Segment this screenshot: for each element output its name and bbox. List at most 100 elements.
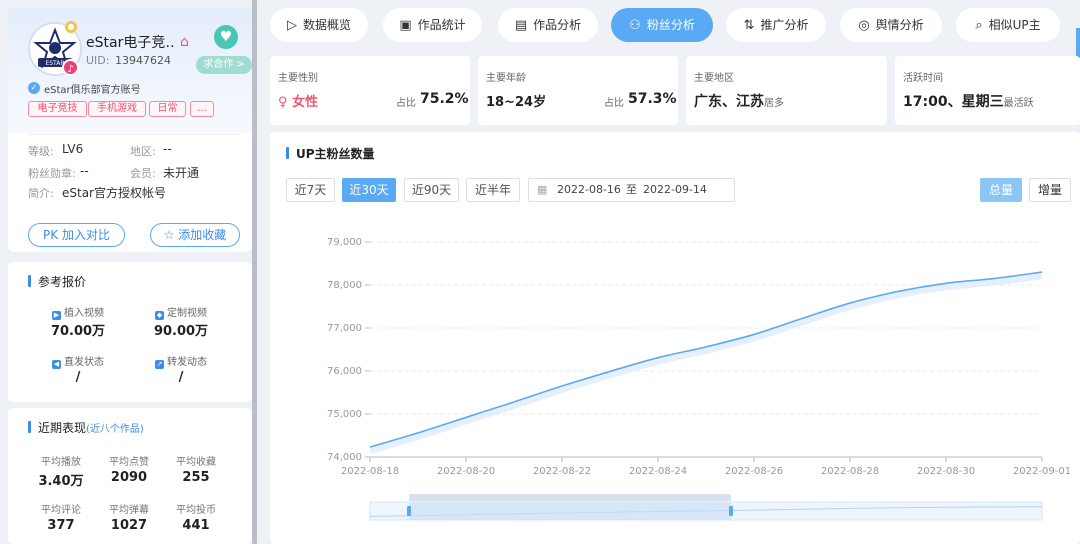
scrollbar-thumb[interactable] [252, 0, 257, 544]
medal-label: 粉丝勋章: [28, 167, 76, 180]
uid-label: UID: [86, 54, 110, 67]
zoom-selection[interactable] [409, 502, 731, 520]
tag-more[interactable]: … [190, 101, 214, 117]
tab-works-analysis[interactable]: ▤ 作品分析 [498, 8, 598, 42]
tag-daily[interactable]: 日常 [149, 101, 186, 117]
heart-icon[interactable]: ♥ [214, 25, 238, 49]
repost-icon: ↗ [155, 360, 164, 369]
pricing-card: 参考报价 ▶ 植入视频 70.00万 ◆ 定制视频 90.00万 ◀ 直发状态 / ↗… [8, 262, 252, 402]
zoom-handle-right[interactable] [729, 506, 733, 516]
stat-label-avg-danmaku: 平均弹幕 [109, 505, 149, 516]
verify-text: eStar俱乐部官方账号 [44, 85, 141, 96]
video-icon: ▣ [399, 18, 412, 33]
metric-age: 主要年龄 18~24岁 占比 57.3% [478, 56, 678, 125]
fans-chart-card: UP主粉丝数量 近7天 近30天 近90天 近半年 ▦ 2022-08-16 至… [270, 132, 1080, 544]
profile-card: ESTAR ● ♪ eStar电子竞… ⌂ ♥ UID: 13947624 求合… [8, 8, 252, 252]
member-label: 会员: [130, 167, 156, 180]
tab-sentiment-analysis[interactable]: ◎ 舆情分析 [840, 8, 942, 42]
tag-esports[interactable]: 电子竞技 [28, 101, 87, 117]
region-metric-label: 主要地区 [694, 73, 734, 84]
promote-icon: ⇅ [743, 18, 755, 33]
gender-value: ♀ 女性 [278, 95, 319, 110]
gender-label: 主要性别 [278, 73, 318, 84]
series-line-shadow [369, 273, 1043, 454]
tab-similar-up[interactable]: ⌕ 相似UP主 [956, 8, 1060, 42]
price-label-direct-post: ◀ 直发状态 [52, 357, 104, 369]
active-time-label: 活跃时间 [903, 73, 943, 84]
x-tick-label: 2022-08-22 [533, 466, 591, 477]
user-icon: ⚇ [629, 18, 641, 33]
x-tick-label: 2022-08-26 [725, 466, 783, 477]
zoom-handle-left[interactable] [407, 506, 411, 516]
price-value-custom: 90.00万 [153, 324, 209, 339]
stat-value-avg-comment: 377 [47, 518, 75, 533]
left-scrollbar[interactable] [252, 0, 257, 544]
x-tick-label: 2022-08-24 [629, 466, 687, 477]
gender-ratio: 75.2% [420, 91, 469, 107]
y-tick-label: 78,000 [327, 280, 362, 291]
region-value: -- [163, 142, 172, 156]
add-favorite-button[interactable]: ☆ 添加收藏 [150, 223, 240, 247]
zoom-selection-bar[interactable] [409, 494, 731, 501]
y-tick-label: 79,000 [327, 237, 362, 248]
member-value: 未开通 [163, 166, 200, 180]
user-name: eStar电子竞… [86, 35, 176, 51]
gender-ratio-label: 占比 [396, 98, 416, 109]
x-tick-label: 2022-08-20 [437, 466, 495, 477]
region-label: 地区: [130, 145, 156, 158]
recent-subtitle: (近八个作品) [86, 424, 144, 435]
price-value-embedded: 70.00万 [50, 324, 106, 339]
edge-indicator [1076, 28, 1080, 58]
level-dot-icon: ● [65, 21, 77, 33]
add-favorite-label: 添加收藏 [178, 228, 227, 242]
globe-icon: ◎ [858, 18, 870, 33]
tab-data-overview[interactable]: ▷ 数据概览 [270, 8, 368, 42]
home-icon[interactable]: ⌂ [180, 35, 196, 49]
fans-line-chart[interactable]: 74,000 75,000 76,000 77,000 78,000 79,000 2022… [270, 132, 1080, 544]
price-value-direct-post: / [75, 370, 81, 385]
age-value: 18~24岁 [486, 95, 547, 110]
stat-value-avg-coin: 441 [182, 518, 210, 533]
metric-region: 主要地区 广东、江苏居多 [686, 56, 887, 125]
recent-title: 近期表现(近八个作品) [28, 419, 144, 436]
cooperation-button[interactable]: 求合作 > [196, 56, 252, 74]
verified-icon: ✓ [28, 82, 40, 94]
age-label: 主要年龄 [486, 73, 526, 84]
y-tick-label: 77,000 [327, 323, 362, 334]
stat-label-avg-coin: 平均投币 [176, 505, 216, 516]
recent-performance-card: 近期表现(近八个作品) 平均播放 3.40万 平均点赞 2090 平均收藏 25… [8, 408, 252, 544]
stat-value-avg-play: 3.40万 [38, 474, 84, 489]
direct-post-icon: ◀ [52, 360, 61, 369]
x-tick-label: 2022-08-30 [917, 466, 975, 477]
bio-label: 简介: [28, 187, 54, 200]
analysis-tabs: ▷ 数据概览 ▣ 作品统计 ▤ 作品分析 ⚇ 粉丝分析 ⇅ 推广分析 ◎ 舆情分析 ⌕ 相似U… [270, 8, 1080, 44]
stat-label-avg-like: 平均点赞 [109, 457, 149, 468]
stat-value-avg-favorite: 255 [182, 470, 210, 485]
age-ratio: 57.3% [628, 91, 677, 107]
x-tick-label: 2022-09-01 [1013, 466, 1071, 477]
chart-icon: ▤ [514, 18, 528, 33]
search-icon: ⌕ [975, 18, 983, 33]
pk-compare-button[interactable]: PK 加入对比 [28, 223, 125, 247]
y-tick-label: 75,000 [327, 409, 362, 420]
price-label-custom: ◆ 定制视频 [155, 308, 207, 320]
left-panel: ESTAR ● ♪ eStar电子竞… ⌂ ♥ UID: 13947624 求合… [0, 0, 252, 544]
price-label-embedded: ▶ 植入视频 [52, 308, 104, 320]
stat-value-avg-danmaku: 1027 [110, 518, 148, 533]
tab-fans-analysis[interactable]: ⚇ 粉丝分析 [611, 8, 713, 42]
tag-mobile-games[interactable]: 手机游戏 [88, 101, 146, 117]
stat-label-avg-favorite: 平均收藏 [176, 457, 216, 468]
stat-label-avg-play: 平均播放 [41, 457, 81, 468]
uid-value: 13947624 [115, 54, 171, 67]
metric-gender: 主要性别 ♀ 女性 占比 75.2% [270, 56, 470, 125]
verified-badge-icon: ♪ [62, 59, 79, 76]
level-label: 等级: [28, 145, 54, 158]
custom-video-icon: ◆ [155, 311, 164, 320]
tab-promotion-analysis[interactable]: ⇅ 推广分析 [726, 8, 826, 42]
metric-active-time: 活跃时间 17:00、星期三最活跃 [895, 56, 1080, 125]
region-metric-value: 广东、江苏居多 [694, 94, 784, 110]
x-tick-label: 2022-08-18 [341, 466, 399, 477]
x-tick-label: 2022-08-28 [821, 466, 879, 477]
y-tick-label: 76,000 [327, 366, 362, 377]
tab-works-stats[interactable]: ▣ 作品统计 [383, 8, 482, 42]
